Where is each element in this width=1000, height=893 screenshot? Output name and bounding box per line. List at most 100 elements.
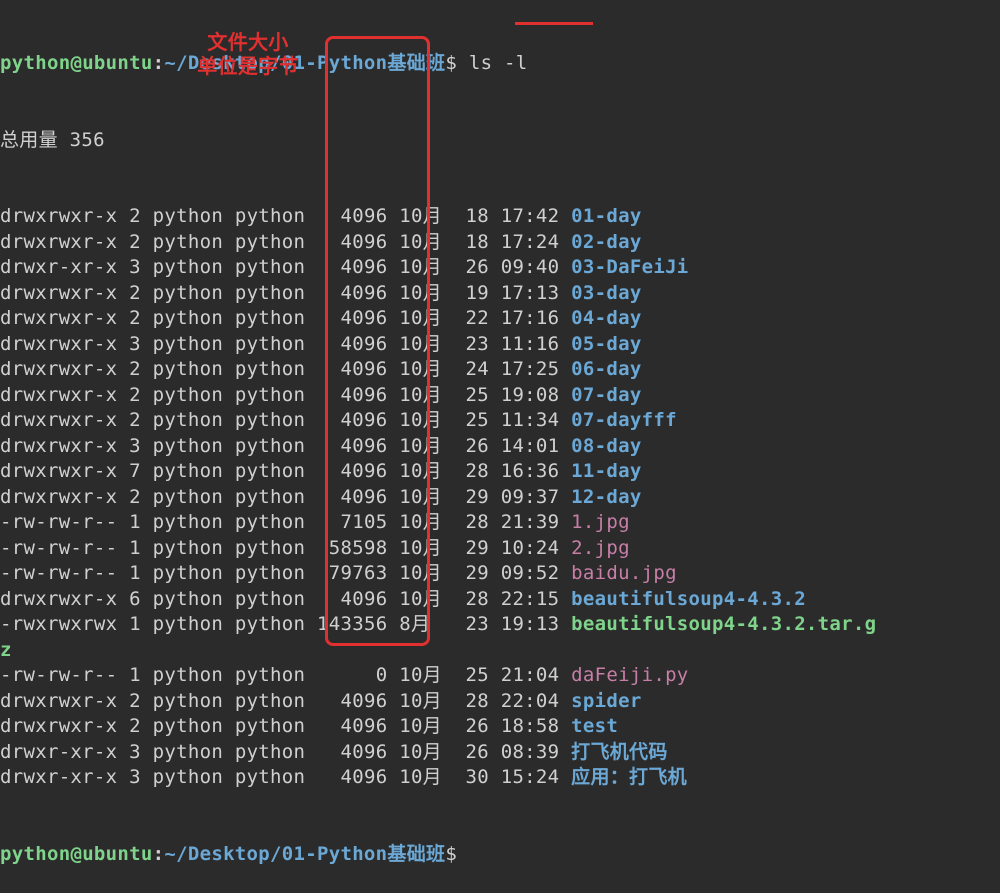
- listing-row: drwxrwxr-x 2 python python 4096 10月 25 1…: [0, 383, 1000, 409]
- total-label: 总用量 356: [0, 129, 105, 151]
- command-underline: [515, 22, 593, 25]
- link-count: 3: [129, 333, 141, 355]
- size: 4096: [317, 409, 387, 431]
- month: 10月: [399, 690, 442, 712]
- owner: python: [153, 409, 223, 431]
- group: python: [235, 537, 305, 559]
- time: 11:16: [501, 333, 560, 355]
- link-count: 2: [129, 205, 141, 227]
- listing-row: drwxrwxr-x 7 python python 4096 10月 28 1…: [0, 459, 1000, 485]
- link-count: 7: [129, 460, 141, 482]
- owner: python: [153, 205, 223, 227]
- permissions: drwxrwxr-x: [0, 435, 117, 457]
- permissions: drwxrwxr-x: [0, 384, 117, 406]
- size: 143356: [317, 613, 387, 635]
- permissions: drwxrwxr-x: [0, 690, 117, 712]
- group: python: [235, 486, 305, 508]
- month: 10月: [399, 333, 442, 355]
- day: 23: [465, 613, 488, 635]
- size: 0: [317, 664, 387, 686]
- month: 10月: [399, 537, 442, 559]
- permissions: drwxrwxr-x: [0, 282, 117, 304]
- group: python: [235, 588, 305, 610]
- time: 21:39: [501, 511, 560, 533]
- size: 4096: [317, 741, 387, 763]
- prompt-dollar: $: [445, 52, 457, 74]
- day: 25: [465, 409, 488, 431]
- day: 29: [465, 562, 488, 584]
- month: 10月: [399, 511, 442, 533]
- day: 29: [465, 486, 488, 508]
- prompt-line[interactable]: python@ubuntu:~/Desktop/01-Python基础班$ ls…: [0, 51, 1000, 77]
- link-count: 2: [129, 409, 141, 431]
- listing-row: drwxrwxr-x 2 python python 4096 10月 18 1…: [0, 204, 1000, 230]
- permissions: drwxrwxr-x: [0, 231, 117, 253]
- size: 4096: [317, 435, 387, 457]
- group: python: [235, 715, 305, 737]
- link-count: 2: [129, 715, 141, 737]
- size: 4096: [317, 486, 387, 508]
- command-text: ls -l: [469, 52, 528, 74]
- time: 18:58: [501, 715, 560, 737]
- listing-row: drwxr-xr-x 3 python python 4096 10月 30 1…: [0, 765, 1000, 791]
- size: 4096: [317, 766, 387, 788]
- link-count: 1: [129, 511, 141, 533]
- annotation-filesize: 文件大小 单位是字节: [188, 30, 308, 78]
- month: 10月: [399, 256, 442, 278]
- day: 22: [465, 307, 488, 329]
- group: python: [235, 409, 305, 431]
- month: 10月: [399, 307, 442, 329]
- time: 14:01: [501, 435, 560, 457]
- time: 08:39: [501, 741, 560, 763]
- time: 19:08: [501, 384, 560, 406]
- time: 17:16: [501, 307, 560, 329]
- permissions: drwxr-xr-x: [0, 741, 117, 763]
- file-name: 打飞机代码: [571, 741, 668, 763]
- month: 10月: [399, 715, 442, 737]
- day: 26: [465, 741, 488, 763]
- size: 4096: [317, 256, 387, 278]
- listing-row: drwxrwxr-x 2 python python 4096 10月 18 1…: [0, 230, 1000, 256]
- time: 09:52: [501, 562, 560, 584]
- file-name: 应用：打飞机: [571, 766, 687, 788]
- month: 10月: [399, 486, 442, 508]
- permissions: drwxrwxr-x: [0, 358, 117, 380]
- size: 79763: [317, 562, 387, 584]
- day: 25: [465, 384, 488, 406]
- day: 28: [465, 690, 488, 712]
- group: python: [235, 231, 305, 253]
- day: 26: [465, 256, 488, 278]
- day: 18: [465, 231, 488, 253]
- time: 17:42: [501, 205, 560, 227]
- listing-row: -rw-rw-r-- 1 python python 58598 10月 29 …: [0, 536, 1000, 562]
- permissions: drwxrwxr-x: [0, 307, 117, 329]
- listing-row: drwxrwxr-x 2 python python 4096 10月 26 1…: [0, 714, 1000, 740]
- file-name-wrap: z: [0, 639, 12, 661]
- link-count: 2: [129, 282, 141, 304]
- annotation-line1: 文件大小: [188, 30, 308, 54]
- day: 28: [465, 588, 488, 610]
- owner: python: [153, 435, 223, 457]
- file-name: 08-day: [571, 435, 641, 457]
- prompt-host: ubuntu: [82, 843, 152, 865]
- prompt-line-2[interactable]: python@ubuntu:~/Desktop/01-Python基础班$: [0, 842, 1000, 868]
- owner: python: [153, 588, 223, 610]
- file-name: 04-day: [571, 307, 641, 329]
- month: 10月: [399, 741, 442, 763]
- listing-row: -rw-rw-r-- 1 python python 7105 10月 28 2…: [0, 510, 1000, 536]
- prompt-colon: :: [153, 52, 165, 74]
- link-count: 1: [129, 562, 141, 584]
- time: 17:25: [501, 358, 560, 380]
- owner: python: [153, 537, 223, 559]
- owner: python: [153, 384, 223, 406]
- listing-row: drwxrwxr-x 3 python python 4096 10月 26 1…: [0, 434, 1000, 460]
- owner: python: [153, 741, 223, 763]
- time: 11:34: [501, 409, 560, 431]
- permissions: -rw-rw-r--: [0, 537, 117, 559]
- time: 09:37: [501, 486, 560, 508]
- size: 4096: [317, 307, 387, 329]
- total-line: 总用量 356: [0, 128, 1000, 154]
- group: python: [235, 358, 305, 380]
- permissions: drwxrwxr-x: [0, 715, 117, 737]
- file-name: daFeiji.py: [571, 664, 688, 686]
